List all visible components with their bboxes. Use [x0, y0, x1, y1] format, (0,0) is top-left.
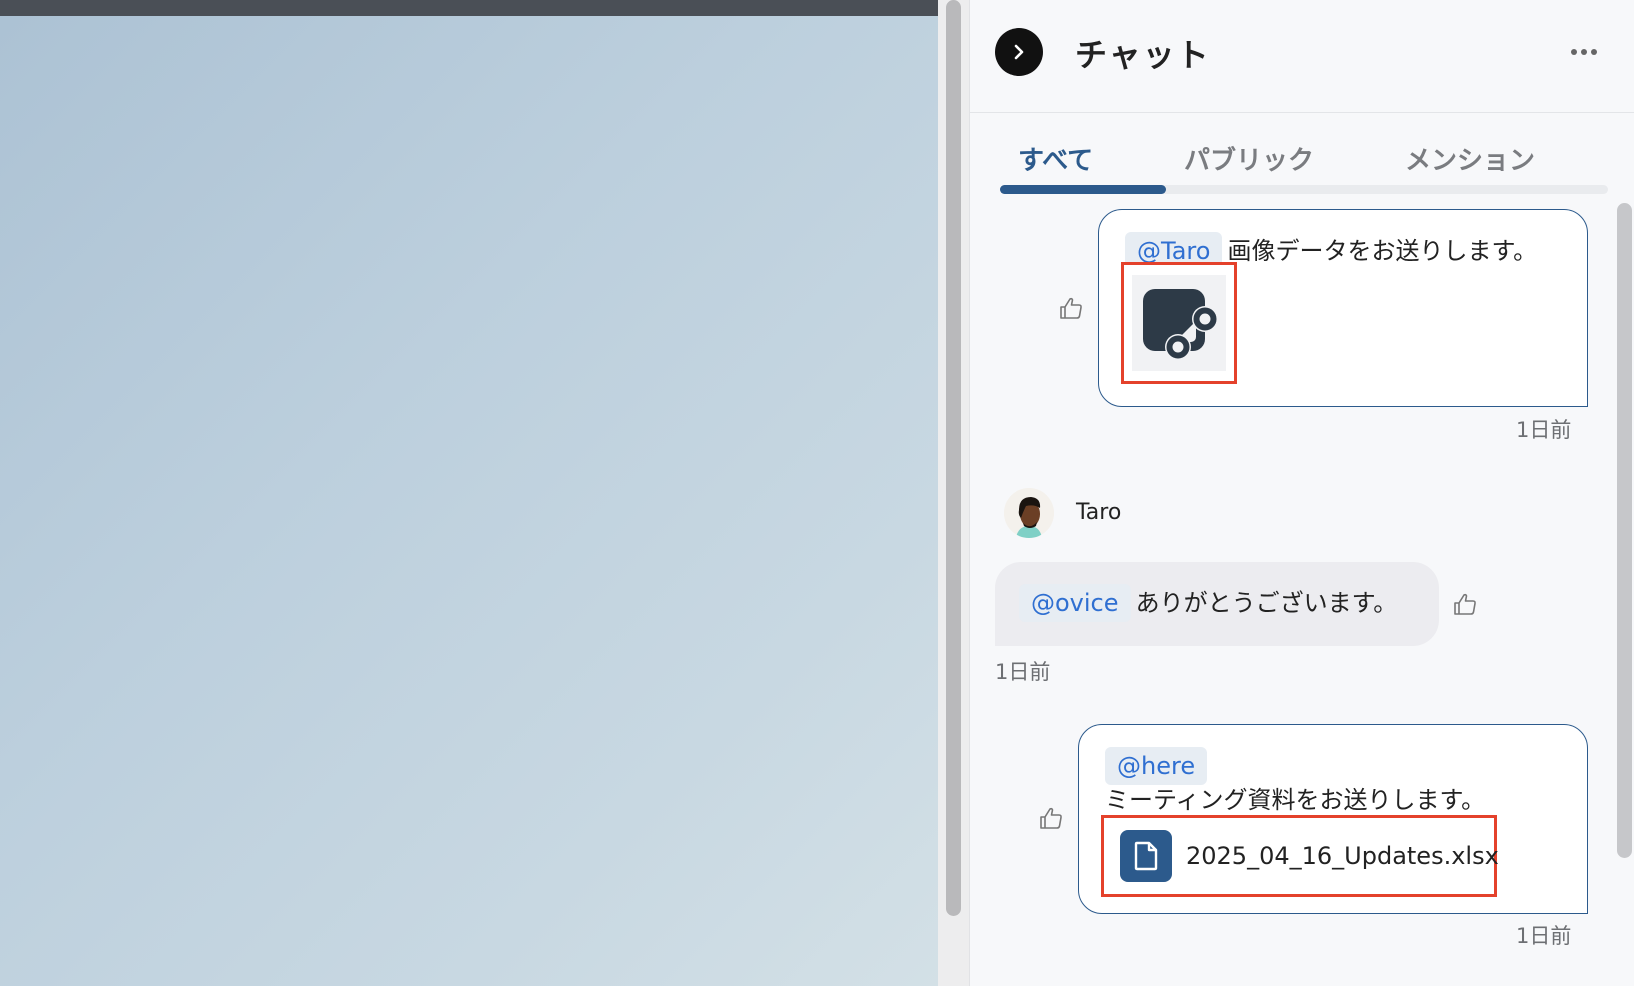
user-avatar-icon	[1004, 488, 1054, 538]
chat-tabs: すべて パブリック メンション	[1000, 135, 1608, 195]
sender-name: Taro	[1076, 500, 1122, 525]
message-text: 画像データをお送りします。	[1227, 237, 1538, 265]
image-placeholder-icon	[1143, 289, 1218, 360]
chevron-right-icon	[1014, 44, 1024, 60]
tab-active-indicator	[1000, 185, 1166, 194]
top-toolbar-strip	[0, 0, 938, 16]
file-attachment[interactable]: 2025_04_16_Updates.xlsx	[1101, 815, 1499, 897]
chat-panel: チャット すべて パブリック メンション @Taro 画像データをお送りします。	[970, 0, 1634, 986]
file-icon	[1134, 841, 1158, 871]
more-horizontal-icon	[1571, 49, 1597, 55]
like-icon[interactable]	[1038, 806, 1064, 830]
file-icon-badge	[1120, 830, 1172, 882]
mention-tag[interactable]: @ovice	[1019, 584, 1131, 622]
panel-splitter-handle[interactable]	[946, 0, 961, 916]
message-bubble: @ovice ありがとうございます。	[995, 562, 1439, 646]
image-attachment[interactable]	[1121, 262, 1237, 384]
file-name: 2025_04_16_Updates.xlsx	[1186, 842, 1499, 870]
tab-all[interactable]: すべて	[1018, 140, 1093, 177]
message-bubble: @Taro 画像データをお送りします。	[1098, 209, 1588, 407]
message-text: ありがとうございます。	[1135, 589, 1398, 617]
like-icon[interactable]	[1058, 296, 1084, 320]
message-timestamp: 1日前	[995, 660, 1051, 684]
more-options-button[interactable]	[1566, 38, 1602, 66]
message-content: @here	[1105, 747, 1208, 785]
message-content: @ovice ありがとうございます。	[1019, 584, 1415, 622]
message-timestamp: 1日前	[1516, 924, 1572, 948]
message-list-scrollbar[interactable]	[1617, 203, 1632, 858]
tab-mentions[interactable]: メンション	[1405, 140, 1535, 177]
image-thumbnail	[1132, 275, 1226, 371]
tab-public[interactable]: パブリック	[1184, 140, 1314, 177]
page-title: チャット	[1075, 36, 1211, 74]
mention-tag[interactable]: @here	[1105, 747, 1208, 785]
chat-header: チャット	[970, 0, 1634, 113]
workspace-canvas[interactable]	[0, 16, 938, 986]
like-icon[interactable]	[1452, 592, 1478, 616]
message-text: ミーティング資料をお送りします。	[1105, 786, 1486, 814]
message-bubble: @here ミーティング資料をお送りします。 2025_04_16_Update…	[1078, 724, 1588, 914]
avatar[interactable]	[1004, 488, 1054, 538]
collapse-panel-button[interactable]	[995, 28, 1043, 76]
message-timestamp: 1日前	[1516, 418, 1572, 442]
